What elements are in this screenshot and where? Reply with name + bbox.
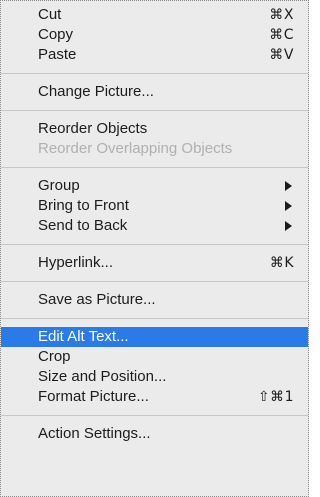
menu-item-label: Hyperlink... <box>38 254 114 271</box>
menu-item-hyperlink[interactable]: Hyperlink... ⌘K <box>1 253 308 273</box>
menu-item-label: Action Settings... <box>38 425 151 442</box>
context-menu: Cut ⌘X Copy ⌘C Paste ⌘V Change Picture..… <box>0 0 309 497</box>
menu-group-action: Action Settings... <box>1 424 308 444</box>
menu-item-size-and-position[interactable]: Size and Position... <box>1 367 308 387</box>
menu-separator <box>1 318 308 319</box>
menu-item-reorder-overlapping-objects: Reorder Overlapping Objects <box>1 139 308 159</box>
shortcut-label: ⌘C <box>269 27 294 43</box>
menu-separator <box>1 281 308 282</box>
submenu-arrow-icon <box>285 221 292 231</box>
menu-item-edit-alt-text[interactable]: Edit Alt Text... <box>1 327 308 347</box>
menu-group-reorder: Reorder Objects Reorder Overlapping Obje… <box>1 119 308 159</box>
menu-item-label: Change Picture... <box>38 83 154 100</box>
menu-item-format-picture[interactable]: Format Picture... ⇧⌘1 <box>1 387 308 407</box>
menu-item-label: Reorder Overlapping Objects <box>38 140 233 157</box>
shortcut-label: ⇧⌘1 <box>257 389 294 405</box>
menu-item-label: Bring to Front <box>38 197 129 214</box>
menu-item-label: Save as Picture... <box>38 291 156 308</box>
menu-group-change-picture: Change Picture... <box>1 82 308 102</box>
menu-item-label: Paste <box>38 46 77 63</box>
shortcut-label: ⌘V <box>269 47 294 63</box>
menu-separator <box>1 415 308 416</box>
menu-item-crop[interactable]: Crop <box>1 347 308 367</box>
menu-separator <box>1 244 308 245</box>
menu-item-group[interactable]: Group <box>1 176 308 196</box>
menu-item-label: Format Picture... <box>38 388 149 405</box>
menu-item-label: Send to Back <box>38 217 128 234</box>
shortcut-label: ⌘K <box>269 255 294 271</box>
menu-item-cut[interactable]: Cut ⌘X <box>1 5 308 25</box>
menu-group-arrange: Group Bring to Front Send to Back <box>1 176 308 236</box>
menu-group-picture: Edit Alt Text... Crop Size and Position.… <box>1 327 308 407</box>
menu-separator <box>1 167 308 168</box>
submenu-arrow-icon <box>285 201 292 211</box>
menu-group-clipboard: Cut ⌘X Copy ⌘C Paste ⌘V <box>1 5 308 65</box>
menu-item-bring-to-front[interactable]: Bring to Front <box>1 196 308 216</box>
submenu-arrow-icon <box>285 181 292 191</box>
menu-item-reorder-objects[interactable]: Reorder Objects <box>1 119 308 139</box>
menu-item-paste[interactable]: Paste ⌘V <box>1 45 308 65</box>
menu-separator <box>1 73 308 74</box>
menu-item-label: Reorder Objects <box>38 120 148 137</box>
menu-group-save: Save as Picture... <box>1 290 308 310</box>
menu-item-label: Cut <box>38 6 62 23</box>
menu-item-copy[interactable]: Copy ⌘C <box>1 25 308 45</box>
menu-item-change-picture[interactable]: Change Picture... <box>1 82 308 102</box>
menu-item-save-as-picture[interactable]: Save as Picture... <box>1 290 308 310</box>
shortcut-label: ⌘X <box>269 7 294 23</box>
menu-item-label: Copy <box>38 26 74 43</box>
menu-item-label: Size and Position... <box>38 368 167 385</box>
menu-item-send-to-back[interactable]: Send to Back <box>1 216 308 236</box>
menu-item-label: Group <box>38 177 80 194</box>
menu-item-label: Edit Alt Text... <box>38 328 129 345</box>
menu-item-label: Crop <box>38 348 71 365</box>
menu-separator <box>1 110 308 111</box>
menu-item-action-settings[interactable]: Action Settings... <box>1 424 308 444</box>
menu-group-hyperlink: Hyperlink... ⌘K <box>1 253 308 273</box>
